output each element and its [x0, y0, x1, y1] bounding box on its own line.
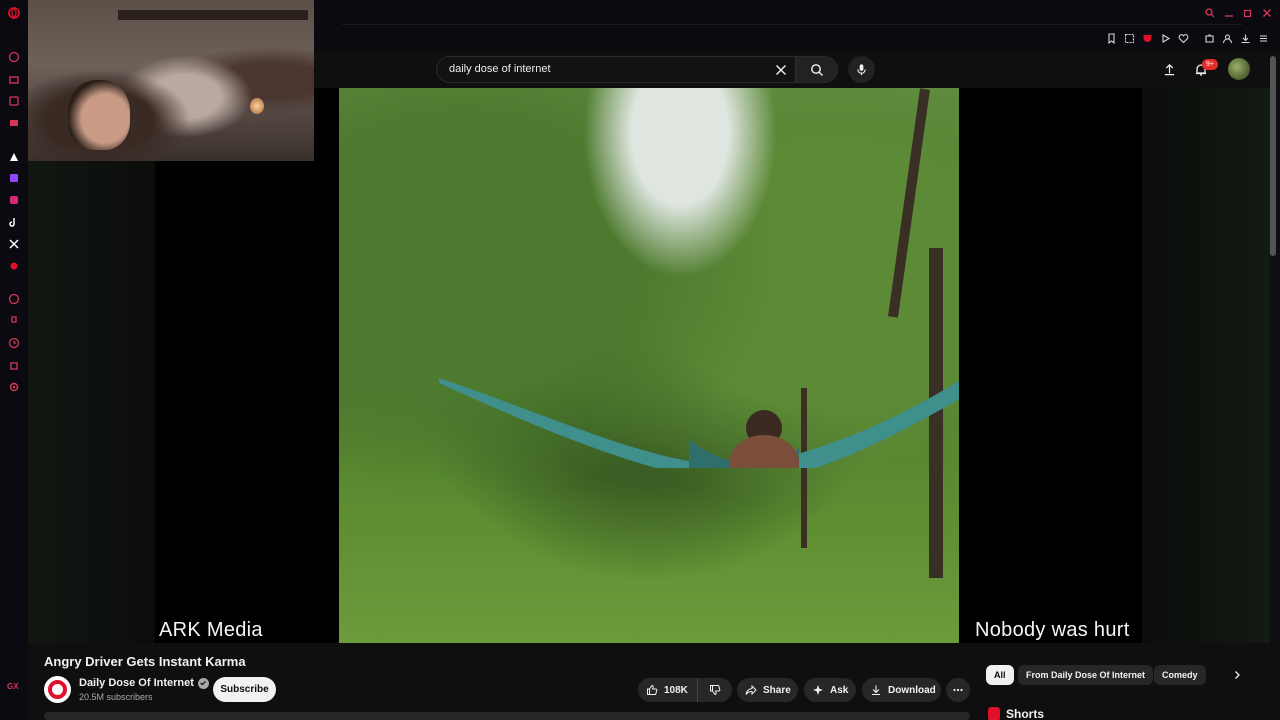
shorts-label: Shorts: [1006, 707, 1045, 720]
thumbs-down-icon: [710, 685, 721, 696]
chip-comedy[interactable]: Comedy: [1154, 665, 1206, 685]
ask-label: Ask: [830, 684, 849, 696]
overlay-text-left: ARK Media: [159, 619, 263, 641]
share-label: Share: [763, 684, 791, 696]
voice-search-button[interactable]: [848, 56, 875, 83]
instagram-icon[interactable]: [6, 192, 22, 208]
tree-trunk-right: [888, 88, 930, 318]
share-icon: [745, 684, 757, 696]
browser-sidebar: GX: [0, 0, 28, 720]
subscriber-count: 20.5M subscribers: [79, 692, 153, 702]
sparkle-icon: [813, 685, 823, 695]
chip-all[interactable]: All: [986, 665, 1014, 685]
heart-icon[interactable]: [1176, 31, 1190, 45]
webcam-shelf: [118, 10, 308, 20]
ask-button[interactable]: Ask: [804, 678, 856, 702]
speed-dial-icon[interactable]: [6, 49, 22, 65]
account-icon[interactable]: [1220, 31, 1234, 45]
channel-name[interactable]: Daily Dose Of Internet: [79, 677, 194, 689]
shorts-header: Shorts: [988, 707, 1044, 720]
bag-icon[interactable]: [6, 71, 22, 87]
upload-icon: [1164, 63, 1174, 75]
chevron-right-icon: [1235, 671, 1240, 679]
history-icon[interactable]: [6, 335, 22, 351]
chips-next-button[interactable]: [1228, 666, 1246, 684]
browser-search-icon[interactable]: [1203, 6, 1217, 20]
twitch-icon[interactable]: [6, 170, 22, 186]
menu-icon[interactable]: [1256, 31, 1270, 45]
chip-from-channel[interactable]: From Daily Dose Of Internet: [1018, 665, 1154, 685]
minimize-icon[interactable]: [1222, 6, 1236, 20]
dislike-button[interactable]: [698, 678, 732, 702]
puzzle-icon[interactable]: [1202, 31, 1216, 45]
create-button[interactable]: [1160, 60, 1178, 78]
tab-strip: [342, 24, 1242, 25]
notification-badge: 9+: [1202, 59, 1218, 70]
ambient-left: [28, 88, 155, 643]
x-icon[interactable]: [6, 236, 22, 252]
snapshot-icon[interactable]: [1122, 31, 1136, 45]
clear-search-icon[interactable]: [773, 62, 789, 78]
like-count: 108K: [664, 684, 688, 696]
download-manager-icon[interactable]: [1238, 31, 1252, 45]
channel-avatar[interactable]: [44, 676, 71, 703]
search-query[interactable]: daily dose of internet: [449, 63, 551, 75]
extensions-icon[interactable]: [6, 357, 22, 373]
more-horizontal-icon: [953, 688, 963, 692]
gx-label[interactable]: GX: [7, 682, 19, 691]
opera-logo-icon[interactable]: [6, 5, 22, 21]
aria-icon[interactable]: [6, 149, 22, 165]
download-label: Download: [888, 684, 936, 696]
channel-logo-icon: [48, 680, 67, 699]
channel-name-row[interactable]: Daily Dose Of Internet: [79, 677, 209, 689]
video-frame[interactable]: [339, 88, 959, 643]
thumbs-up-icon: [647, 684, 658, 695]
pin-icon[interactable]: [6, 313, 22, 329]
more-actions-button[interactable]: [946, 678, 970, 702]
webcam-person: [68, 80, 130, 150]
mail-icon[interactable]: [6, 115, 22, 131]
player-icon[interactable]: [6, 291, 22, 307]
tiktok-icon[interactable]: [6, 214, 22, 230]
close-window-icon[interactable]: [1260, 6, 1274, 20]
download-button[interactable]: Download: [862, 678, 941, 702]
app-icon[interactable]: [6, 258, 22, 274]
webcam-overlay: [28, 0, 314, 161]
shorts-icon: [988, 707, 1000, 720]
like-dislike-group: 108K: [638, 678, 732, 702]
page-scrollbar[interactable]: [1270, 56, 1276, 256]
search-input[interactable]: daily dose of internet: [436, 56, 796, 83]
video-title: Angry Driver Gets Instant Karma: [44, 654, 246, 669]
ambient-right: [1142, 88, 1270, 643]
bookmark-icon[interactable]: [1104, 31, 1118, 45]
hammock: [439, 378, 959, 468]
settings-icon[interactable]: [6, 379, 22, 395]
webcam-lamp: [250, 98, 264, 114]
search-button[interactable]: [796, 56, 838, 83]
subscribe-button[interactable]: Subscribe: [213, 677, 276, 702]
search-icon: [811, 63, 823, 76]
download-icon: [872, 685, 880, 696]
app-root: GX daily dose of internet 9+ ARK Media N…: [0, 0, 1280, 720]
news-icon[interactable]: [6, 93, 22, 109]
share-button[interactable]: Share: [737, 678, 798, 702]
restore-icon[interactable]: [1241, 6, 1255, 20]
video-player[interactable]: ARK Media Nobody was hurt: [28, 88, 1270, 643]
verified-icon: [197, 677, 209, 689]
like-button[interactable]: 108K: [638, 678, 698, 702]
user-avatar[interactable]: [1228, 58, 1250, 80]
pocket-icon[interactable]: [1140, 31, 1154, 45]
overlay-text-right: Nobody was hurt: [975, 619, 1130, 641]
description-box-edge: [44, 712, 970, 720]
play-icon[interactable]: [1158, 31, 1172, 45]
microphone-icon: [857, 64, 866, 76]
